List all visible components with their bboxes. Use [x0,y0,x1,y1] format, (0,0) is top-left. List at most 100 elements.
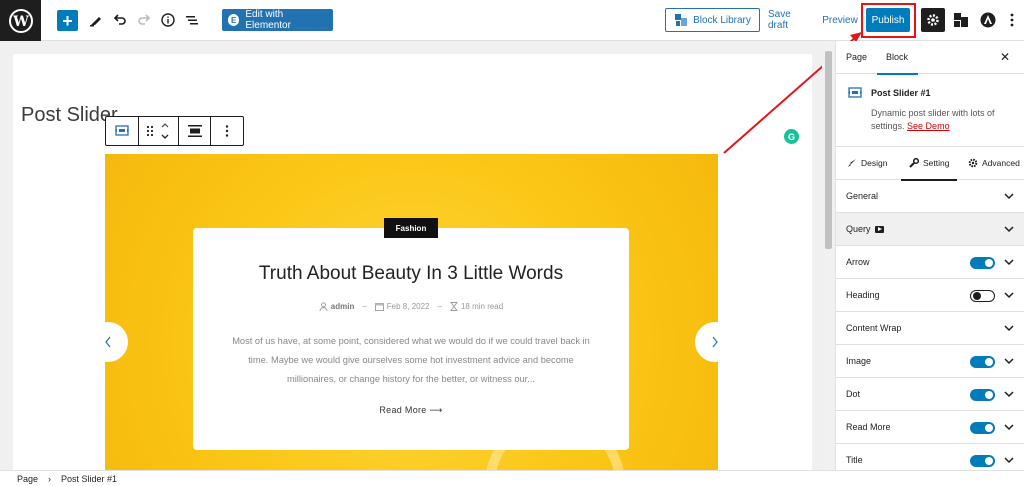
chevron-right-icon [712,336,718,348]
toggle-switch[interactable] [970,422,995,434]
brush-icon [848,159,856,167]
redo-icon[interactable] [136,9,152,31]
breadcrumb: Page › Post Slider #1 [0,470,1024,486]
toggle-switch[interactable] [970,257,995,269]
read-more-link[interactable]: Read More ⟶ [193,405,629,416]
panel-row-heading[interactable]: Heading [836,279,1024,312]
tab-page[interactable]: Page [846,52,867,62]
block-library-button[interactable]: Block Library [665,8,760,32]
panel-row-read-more[interactable]: Read More [836,411,1024,444]
wordpress-logo-icon[interactable]: W [0,0,41,41]
category-badge[interactable]: Fashion [384,218,438,238]
drag-handle-icon[interactable] [146,125,154,137]
panel-label-text: Arrow [846,257,870,267]
tab-advanced[interactable]: Advanced [968,158,1020,168]
panel-row-title[interactable]: Title [836,444,1024,470]
meta-separator: – [362,302,367,311]
slider-prev-button[interactable] [105,322,128,362]
panel-label: Content Wrap [846,323,901,333]
tab-setting[interactable]: Setting [900,158,959,181]
tab-block[interactable]: Block [876,52,919,75]
sidebar-tabs: Page Block ✕ [836,41,1024,75]
toggle-switch[interactable] [970,455,995,467]
panel-label: Query [846,224,884,234]
panel-label-text: Query [846,224,871,234]
panel-label: General [846,191,878,201]
panel-row-arrow[interactable]: Arrow [836,246,1024,279]
block-type-button[interactable] [106,117,139,145]
list-view-icon[interactable] [184,9,200,31]
panel-label: Read More [846,422,891,432]
add-block-button[interactable]: + [57,10,78,31]
block-name: Post Slider #1 [871,88,931,98]
chevron-right-icon: › [48,473,52,484]
chevron-down-icon[interactable] [1004,290,1014,300]
chevron-left-icon [105,336,111,348]
slide-excerpt: Most of us have, at some point, consider… [232,336,590,384]
panel-label-text: Heading [846,290,880,300]
tab-setting-label: Setting [923,158,950,168]
panel-label-text: Dot [846,389,861,399]
slider-next-button[interactable] [695,322,718,362]
save-draft-button[interactable]: Save draft [768,9,812,31]
author-name[interactable]: admin [331,302,355,311]
panel-label: Arrow [846,257,870,267]
gear-icon [968,158,978,168]
toggle-switch[interactable] [970,290,995,302]
meta-separator: – [437,302,442,311]
chevron-down-icon[interactable] [1004,323,1014,333]
block-options-button[interactable] [211,117,243,145]
chevron-down-icon[interactable] [1004,422,1014,432]
settings-panels: General Query Arrow Heading Content Wrap Imag… [836,180,1024,470]
blocks-plugin-icon[interactable] [952,9,970,31]
chevron-down-icon[interactable] [1004,257,1014,267]
panel-row-query[interactable]: Query [836,213,1024,246]
panel-row-dot[interactable]: Dot [836,378,1024,411]
user-icon [319,302,328,311]
panel-label-text: Content Wrap [846,323,902,333]
breadcrumb-page[interactable]: Page [17,474,38,484]
breadcrumb-block[interactable]: Post Slider #1 [61,474,117,484]
align-button[interactable] [179,117,212,145]
tab-design[interactable]: Design [847,158,887,168]
editor-app: W + E Edit with Elementor Block Library … [0,0,1024,486]
post-date: Feb 8, 2022 [386,302,430,311]
tab-design-label: Design [861,158,888,168]
canvas-scrollbar[interactable] [822,41,835,470]
preview-button[interactable]: Preview [822,9,858,31]
info-icon[interactable] [160,9,176,31]
chevron-down-icon[interactable] [1004,455,1014,465]
arrow-right-icon: ⟶ [429,405,443,415]
edit-with-elementor-button[interactable]: E Edit with Elementor [222,9,333,31]
page-title[interactable]: Post Slider [21,104,118,127]
toggle-switch[interactable] [970,356,995,368]
panel-row-image[interactable]: Image [836,345,1024,378]
read-more-label: Read More [379,405,427,415]
panel-row-content-wrap[interactable]: Content Wrap [836,312,1024,345]
chevron-down-icon[interactable] [1004,224,1014,234]
chevron-down-icon[interactable] [1004,356,1014,366]
elementor-icon: E [228,14,240,26]
astra-plugin-icon[interactable] [979,9,997,31]
chevron-down-icon[interactable] [1004,389,1014,399]
block-library-label: Block Library [693,14,751,26]
move-up-down-icon[interactable] [160,120,170,142]
grammarly-icon[interactable]: G [784,129,799,144]
slide-title[interactable]: Truth About Beauty In 3 Little Words [193,263,629,285]
scrollbar-thumb[interactable] [825,51,832,249]
pen-tool-icon[interactable] [88,9,104,31]
post-slider[interactable]: Fashion Truth About Beauty In 3 Little W… [105,154,718,470]
panel-label-text: Image [846,356,872,366]
settings-sidebar: Page Block ✕ Post Slider #1 Dynamic post… [835,41,1024,470]
block-mover [139,117,179,145]
panel-row-general[interactable]: General [836,180,1024,213]
see-demo-link[interactable]: See Demo [907,121,950,131]
close-icon[interactable]: ✕ [1000,50,1010,64]
undo-icon[interactable] [112,9,128,31]
toggle-switch[interactable] [970,389,995,401]
chevron-down-icon[interactable] [1004,191,1014,201]
slide-card: Truth About Beauty In 3 Little Words adm… [193,228,629,450]
publish-highlight-box [861,3,916,38]
more-options-icon[interactable] [1005,9,1019,31]
settings-gear-button[interactable] [921,8,945,32]
